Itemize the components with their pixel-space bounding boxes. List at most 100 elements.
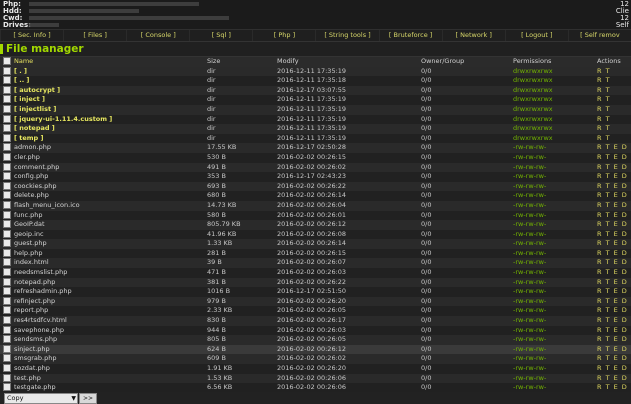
row-checkbox[interactable] (3, 114, 11, 123)
row-checkbox[interactable] (3, 344, 11, 353)
header-modify[interactable]: Modify (274, 57, 418, 67)
row-actions[interactable]: R T (594, 95, 631, 105)
row-actions[interactable]: R T E D (594, 374, 631, 384)
file-link[interactable]: admon.php (14, 143, 51, 151)
file-row[interactable]: test.php 1.53 KB 2016-02-02 00:26:06 0/0 -rw… (0, 373, 631, 384)
directory-link[interactable]: [ .. ] (14, 76, 29, 84)
menu-network[interactable]: [ Network ] (441, 30, 505, 41)
permissions-link[interactable]: -rw-rw-rw- (510, 172, 594, 182)
permissions-link[interactable]: -rw-rw-rw- (510, 345, 594, 355)
file-row[interactable]: geoip.inc 41.96 KB 2016-02-02 00:26:08 0/0 -… (0, 229, 631, 240)
row-checkbox[interactable] (3, 200, 11, 209)
directory-row[interactable]: [ temp ] dir 2016-12-11 17:35:19 0/0 drwxrwx… (0, 133, 631, 144)
file-link[interactable]: sinject.php (14, 345, 50, 353)
permissions-link[interactable]: -rw-rw-rw- (510, 297, 594, 307)
file-link[interactable]: smsgrab.php (14, 354, 56, 362)
permissions-link[interactable]: -rw-rw-rw- (510, 354, 594, 364)
file-row[interactable]: coockies.php 693 B 2016-02-02 00:26:22 0/0 -… (0, 181, 631, 192)
permissions-link[interactable]: -rw-rw-rw- (510, 163, 594, 173)
row-actions[interactable]: R T E D (594, 163, 631, 173)
row-checkbox[interactable] (3, 210, 11, 219)
row-checkbox[interactable] (3, 76, 11, 85)
row-checkbox[interactable] (3, 104, 11, 113)
row-actions[interactable]: R T E D (594, 287, 631, 297)
row-actions[interactable]: R T (594, 76, 631, 86)
permissions-link[interactable]: -rw-rw-rw- (510, 191, 594, 201)
row-actions[interactable]: R T E D (594, 335, 631, 345)
row-actions[interactable]: R T E D (594, 364, 631, 374)
directory-row[interactable]: [ injectlist ] dir 2016-12-11 17:35:19 0/0 d… (0, 104, 631, 115)
menu-self-remove[interactable]: [ Self remov (567, 30, 631, 41)
directory-link[interactable]: [ autocrypt ] (14, 86, 60, 94)
directory-link[interactable]: [ inject ] (14, 95, 45, 103)
file-link[interactable]: res4rtsdfcv.html (14, 316, 67, 324)
row-checkbox[interactable] (3, 268, 11, 277)
row-actions[interactable]: R T E D (594, 345, 631, 355)
row-actions[interactable]: R T (594, 86, 631, 96)
row-actions[interactable]: R T (594, 67, 631, 77)
row-checkbox[interactable] (3, 306, 11, 315)
row-checkbox[interactable] (3, 172, 11, 181)
row-checkbox[interactable] (3, 258, 11, 267)
bulk-action-select[interactable]: Copy ▼ (4, 393, 78, 404)
directory-row[interactable]: [ inject ] dir 2016-12-11 17:35:19 0/0 drwxr… (0, 95, 631, 105)
permissions-link[interactable]: -rw-rw-rw- (510, 182, 594, 192)
permissions-link[interactable]: -rw-rw-rw- (510, 143, 594, 153)
header-name[interactable]: Name (0, 57, 204, 67)
permissions-link[interactable]: drwxrwxrwx (510, 124, 594, 134)
permissions-link[interactable]: -rw-rw-rw- (510, 258, 594, 268)
file-link[interactable]: test.php (14, 374, 41, 382)
file-link[interactable]: index.html (14, 258, 49, 266)
file-link[interactable]: flash_menu_icon.ico (14, 201, 80, 209)
row-checkbox[interactable] (3, 316, 11, 325)
permissions-link[interactable]: -rw-rw-rw- (510, 316, 594, 326)
row-actions[interactable]: R T (594, 124, 631, 134)
row-actions[interactable]: R T E D (594, 306, 631, 316)
permissions-link[interactable]: -rw-rw-rw- (510, 153, 594, 163)
row-checkbox[interactable] (3, 239, 11, 248)
header-permissions[interactable]: Permissions (510, 57, 594, 67)
row-actions[interactable]: R T E D (594, 172, 631, 182)
file-link[interactable]: sendsms.php (14, 335, 57, 343)
menu-console[interactable]: [ Console ] (126, 30, 189, 41)
row-checkbox[interactable] (3, 383, 11, 392)
menu-php[interactable]: [ Php ] (252, 30, 315, 41)
row-checkbox[interactable] (3, 152, 11, 161)
row-checkbox[interactable] (3, 354, 11, 363)
permissions-link[interactable]: drwxrwxrwx (510, 134, 594, 144)
file-link[interactable]: guest.php (14, 239, 47, 247)
file-row[interactable]: needsmslist.php 471 B 2016-02-02 00:26:03 0… (0, 268, 631, 278)
directory-link[interactable]: [ injectlist ] (14, 105, 56, 113)
bulk-action-submit-button[interactable]: >> (79, 393, 97, 404)
file-row[interactable]: guest.php 1.33 KB 2016-02-02 00:26:14 0/0 -r… (0, 239, 631, 249)
permissions-link[interactable]: -rw-rw-rw- (510, 326, 594, 336)
directory-link[interactable]: [ notepad ] (14, 124, 55, 132)
permissions-link[interactable]: drwxrwxrwx (510, 86, 594, 96)
menu-bruteforce[interactable]: [ Bruteforce ] (378, 30, 442, 41)
permissions-link[interactable]: -rw-rw-rw- (510, 374, 594, 384)
permissions-link[interactable]: -rw-rw-rw- (510, 211, 594, 221)
row-checkbox[interactable] (3, 95, 11, 104)
directory-row[interactable]: [ . ] dir 2016-12-11 17:35:19 0/0 drwxrwxrwx… (0, 66, 631, 77)
directory-row[interactable]: [ notepad ] dir 2016-12-11 17:35:19 0/0 drwx… (0, 124, 631, 134)
sort-by-name-link[interactable]: Name (14, 57, 33, 65)
directory-link[interactable]: [ . ] (14, 67, 27, 75)
file-link[interactable]: needsmslist.php (14, 268, 67, 276)
file-row[interactable]: report.php 2.33 KB 2016-02-02 00:26:05 0/0 -… (0, 306, 631, 317)
row-actions[interactable]: R T E D (594, 268, 631, 278)
permissions-link[interactable]: -rw-rw-rw- (510, 201, 594, 211)
permissions-link[interactable]: -rw-rw-rw- (510, 364, 594, 374)
permissions-link[interactable]: -rw-rw-rw- (510, 335, 594, 345)
file-link[interactable]: report.php (14, 306, 48, 314)
row-actions[interactable]: R T E D (594, 191, 631, 201)
row-checkbox[interactable] (3, 143, 11, 152)
row-actions[interactable]: R T (594, 105, 631, 115)
row-actions[interactable]: R T E D (594, 143, 631, 153)
permissions-link[interactable]: drwxrwxrwx (510, 105, 594, 115)
file-row[interactable]: refinject.php 979 B 2016-02-02 00:26:20 0/0… (0, 296, 631, 307)
file-link[interactable]: refreshadmin.php (14, 287, 72, 295)
permissions-link[interactable]: -rw-rw-rw- (510, 249, 594, 259)
file-row[interactable]: admon.php 17.55 KB 2016-12-17 02:50:28 0/0 -… (0, 143, 631, 153)
permissions-link[interactable]: -rw-rw-rw- (510, 278, 594, 288)
row-checkbox[interactable] (3, 335, 11, 344)
